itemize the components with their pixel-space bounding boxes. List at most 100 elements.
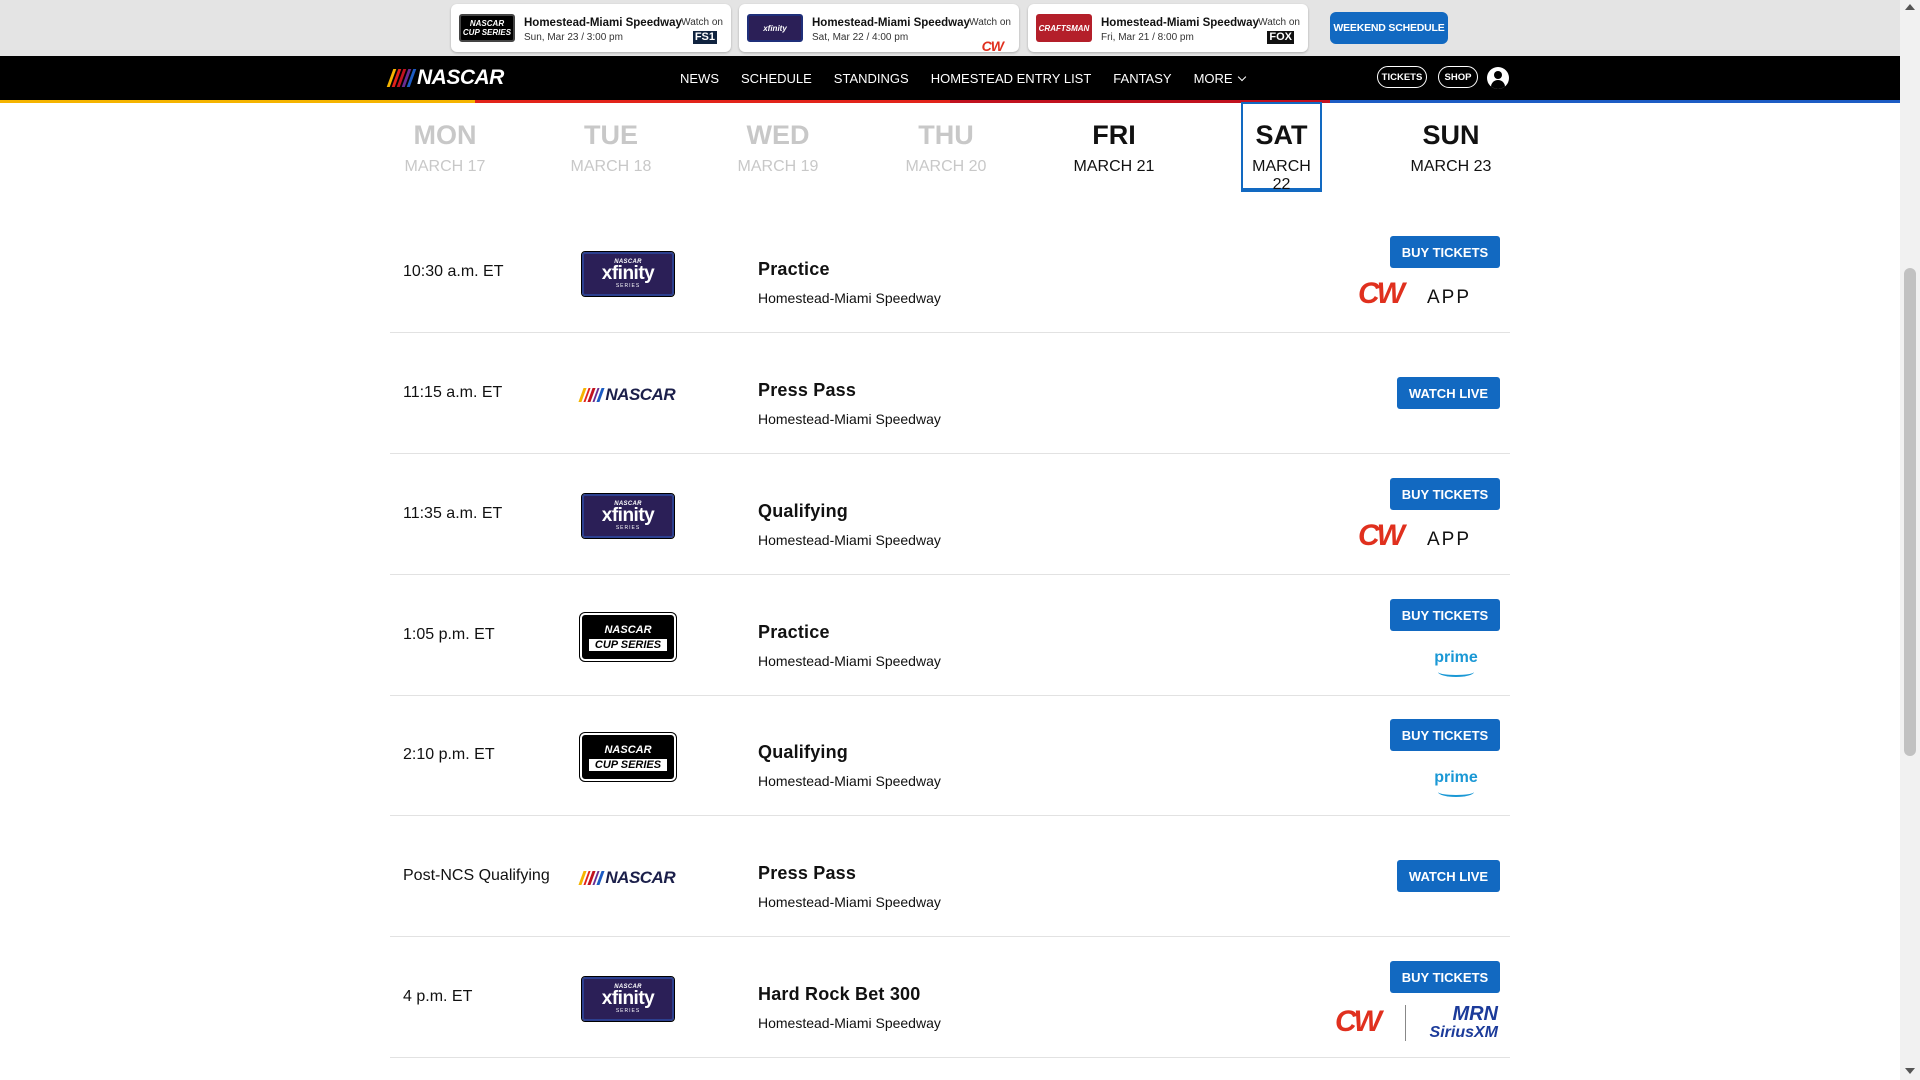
cw-logo[interactable]: CW — [1358, 279, 1405, 309]
promo-date: Sun, Mar 23 / 3:00 pm — [524, 32, 623, 43]
event-track: Homestead-Miami Speedway — [758, 894, 941, 910]
buy-tickets-button[interactable]: BUY TICKETS — [1390, 961, 1500, 993]
event-time: 1:05 p.m. ET — [403, 626, 495, 643]
day-name: FRI — [1092, 120, 1136, 150]
nascar-logo: NASCAR — [578, 373, 676, 417]
day-name: TUE — [584, 120, 638, 150]
user-account-icon[interactable] — [1487, 67, 1509, 89]
promo-card-xfinity[interactable]: xfinity Homestead-Miami Speedway Sat, Ma… — [739, 4, 1019, 54]
nascar-bars-icon — [386, 69, 417, 87]
nav-schedule[interactable]: SCHEDULE — [741, 71, 812, 86]
schedule-row: 11:35 a.m. ET NASCAR xfinity SERIES Qualif… — [390, 454, 1510, 575]
event-title: Practice — [758, 259, 830, 279]
nav-more[interactable]: MORE — [1193, 70, 1246, 86]
scrollbar-thumb[interactable] — [1904, 268, 1916, 756]
schedule-row: Post-NCS Qualifying NASCAR Press Pass Ho… — [390, 816, 1510, 937]
event-time: 4 p.m. ET — [403, 988, 473, 1005]
tickets-button[interactable]: TICKETS — [1377, 66, 1427, 88]
event-title: Hard Rock Bet 300 — [758, 984, 921, 1004]
app-label[interactable]: APP — [1427, 529, 1471, 551]
event-title: Press Pass — [758, 380, 857, 400]
schedule-row: 4 p.m. ET NASCAR xfinity SERIES Hard Rock … — [390, 937, 1510, 1058]
watch-live-button[interactable]: WATCH LIVE — [1397, 377, 1500, 409]
xfinity-series-logo: NASCAR xfinity SERIES — [581, 976, 675, 1022]
xfinity-series-logo: xfinity — [747, 14, 803, 42]
nav-standings[interactable]: STANDINGS — [834, 71, 909, 86]
day-tab-tue[interactable]: TUE MARCH 18 — [556, 102, 666, 192]
day-date: MARCH 17 — [404, 158, 486, 175]
event-time: 2:10 p.m. ET — [403, 746, 495, 763]
nav-entry-list[interactable]: HOMESTEAD ENTRY LIST — [931, 71, 1092, 86]
day-date: MARCH 21 — [1073, 158, 1155, 175]
cup-series-logo: NASCAR CUP SERIES — [459, 14, 515, 42]
day-tab-sat[interactable]: SAT MARCH 22 — [1241, 102, 1322, 193]
event-time: 11:15 a.m. ET — [403, 384, 503, 401]
buy-tickets-button[interactable]: BUY TICKETS — [1390, 719, 1500, 751]
weekend-schedule-button[interactable]: WEEKEND SCHEDULE — [1330, 12, 1448, 44]
event-track: Homestead-Miami Speedway — [758, 411, 941, 427]
day-tab-wed[interactable]: WED MARCH 19 — [723, 102, 833, 192]
event-track: Homestead-Miami Speedway — [758, 1015, 941, 1031]
nav-fantasy[interactable]: FANTASY — [1113, 71, 1171, 86]
cup-series-logo: NASCAR CUP SERIES — [580, 733, 676, 781]
event-title: Press Pass — [758, 863, 857, 883]
prime-video-logo[interactable]: prime — [1434, 769, 1478, 797]
event-time: 10:30 a.m. ET — [403, 263, 504, 280]
day-tab-thu[interactable]: THU MARCH 20 — [891, 102, 1001, 192]
event-time: 11:35 a.m. ET — [403, 505, 503, 522]
schedule-row: 1:05 p.m. ET NASCAR CUP SERIES Practice H… — [390, 575, 1510, 696]
nascar-logo[interactable]: NASCAR — [386, 66, 504, 90]
promo-track: Homestead-Miami Speedway — [524, 17, 682, 29]
schedule-row: 2:10 p.m. ET NASCAR CUP SERIES Qualifying… — [390, 695, 1510, 816]
promo-date: Sat, Mar 22 / 4:00 pm — [812, 32, 909, 43]
event-title: Practice — [758, 622, 830, 642]
promo-card-cup[interactable]: NASCAR CUP SERIES Homestead-Miami Speedwa… — [451, 4, 731, 52]
day-date: MARCH 22 — [1252, 158, 1311, 193]
app-label[interactable]: APP — [1427, 287, 1471, 309]
scroll-down-arrow-icon[interactable] — [1905, 1068, 1915, 1074]
day-tab-mon[interactable]: MON MARCH 17 — [390, 102, 500, 192]
cup-series-logo: NASCAR CUP SERIES — [580, 613, 676, 661]
mrn-logo[interactable]: MRN — [1416, 1004, 1498, 1024]
buy-tickets-button[interactable]: BUY TICKETS — [1390, 478, 1500, 510]
craftsman-truck-series-logo: CRAFTSMAN — [1036, 14, 1092, 42]
day-name: THU — [918, 120, 974, 150]
promo-watch-label: Watch on — [1258, 17, 1300, 28]
watch-live-button[interactable]: WATCH LIVE — [1397, 860, 1500, 892]
divider — [1405, 1005, 1406, 1041]
event-title: Qualifying — [758, 742, 849, 762]
day-name: WED — [746, 120, 810, 150]
promo-bar: NASCAR CUP SERIES Homestead-Miami Speedwa… — [0, 0, 1900, 56]
schedule-row: 11:15 a.m. ET NASCAR Press Pass Homestea… — [390, 333, 1510, 454]
siriusxm-logo[interactable]: SiriusXM — [1408, 1024, 1498, 1041]
event-track: Homestead-Miami Speedway — [758, 532, 941, 548]
nav-news[interactable]: NEWS — [680, 71, 719, 86]
nav-more-label: MORE — [1193, 70, 1233, 86]
day-name: SAT — [1255, 120, 1308, 150]
day-date: MARCH 18 — [570, 158, 652, 175]
scroll-up-arrow-icon[interactable] — [1905, 4, 1915, 10]
day-tab-fri[interactable]: FRI MARCH 21 — [1059, 102, 1169, 192]
day-name: MON — [413, 120, 477, 150]
buy-tickets-button[interactable]: BUY TICKETS — [1390, 599, 1500, 631]
day-date: MARCH 23 — [1410, 158, 1492, 175]
promo-track: Homestead-Miami Speedway — [1101, 17, 1259, 29]
chevron-down-icon — [1237, 72, 1246, 81]
event-track: Homestead-Miami Speedway — [758, 773, 941, 789]
schedule-row: 10:30 a.m. ET NASCAR xfinity SERIES Practi… — [390, 212, 1510, 333]
fs1-logo: FS1 — [692, 31, 717, 44]
buy-tickets-button[interactable]: BUY TICKETS — [1390, 236, 1500, 268]
nav-links: NEWS SCHEDULE STANDINGS HOMESTEAD ENTRY … — [680, 56, 1267, 100]
promo-card-truck[interactable]: CRAFTSMAN Homestead-Miami Speedway Fri, … — [1028, 4, 1308, 52]
event-track: Homestead-Miami Speedway — [758, 290, 941, 306]
nascar-logo-text: NASCAR — [417, 66, 504, 89]
promo-date: Fri, Mar 21 / 8:00 pm — [1101, 32, 1194, 43]
promo-watch-label: Watch on — [681, 17, 723, 28]
day-tab-sun[interactable]: SUN MARCH 23 — [1396, 102, 1506, 192]
promo-watch-label: Watch on — [969, 17, 1011, 28]
event-track: Homestead-Miami Speedway — [758, 653, 941, 669]
cw-logo[interactable]: CW — [1358, 521, 1405, 551]
cw-logo[interactable]: CW — [1335, 1007, 1382, 1037]
prime-video-logo[interactable]: prime — [1434, 649, 1478, 677]
shop-button[interactable]: SHOP — [1438, 66, 1478, 88]
